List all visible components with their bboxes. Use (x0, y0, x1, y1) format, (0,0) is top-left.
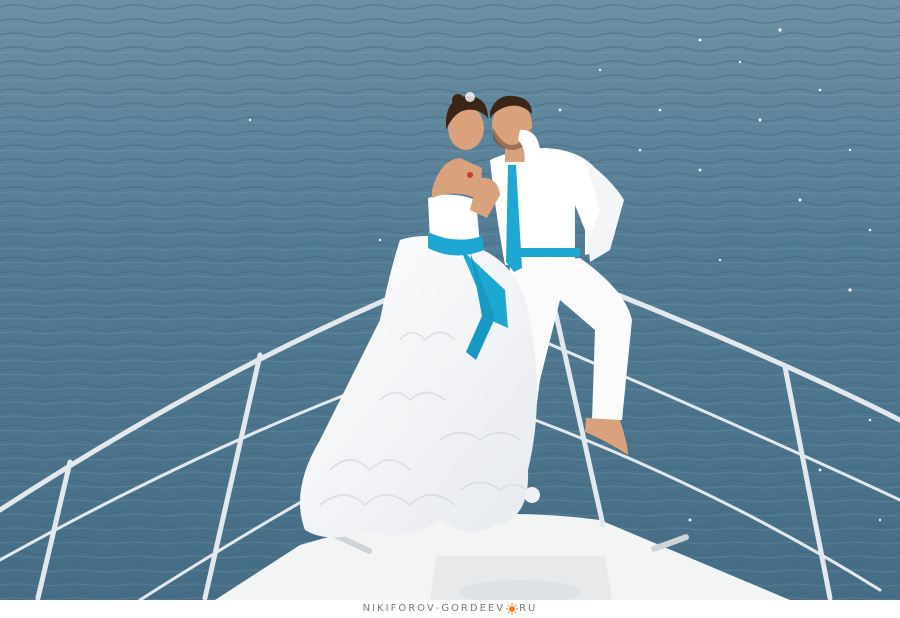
sun-icon (506, 602, 519, 615)
watermark-part2: GORDEEV (441, 603, 506, 614)
watermark: NIKIFOROV - GORDEEV RU (362, 602, 538, 615)
photo-scene (0, 0, 900, 600)
wedding-photo (0, 0, 900, 600)
photo-footer: NIKIFOROV - GORDEEV RU (0, 600, 900, 617)
watermark-part1: NIKIFOROV (362, 603, 436, 614)
watermark-part3: RU (519, 603, 538, 614)
deck-fitting (524, 487, 540, 503)
